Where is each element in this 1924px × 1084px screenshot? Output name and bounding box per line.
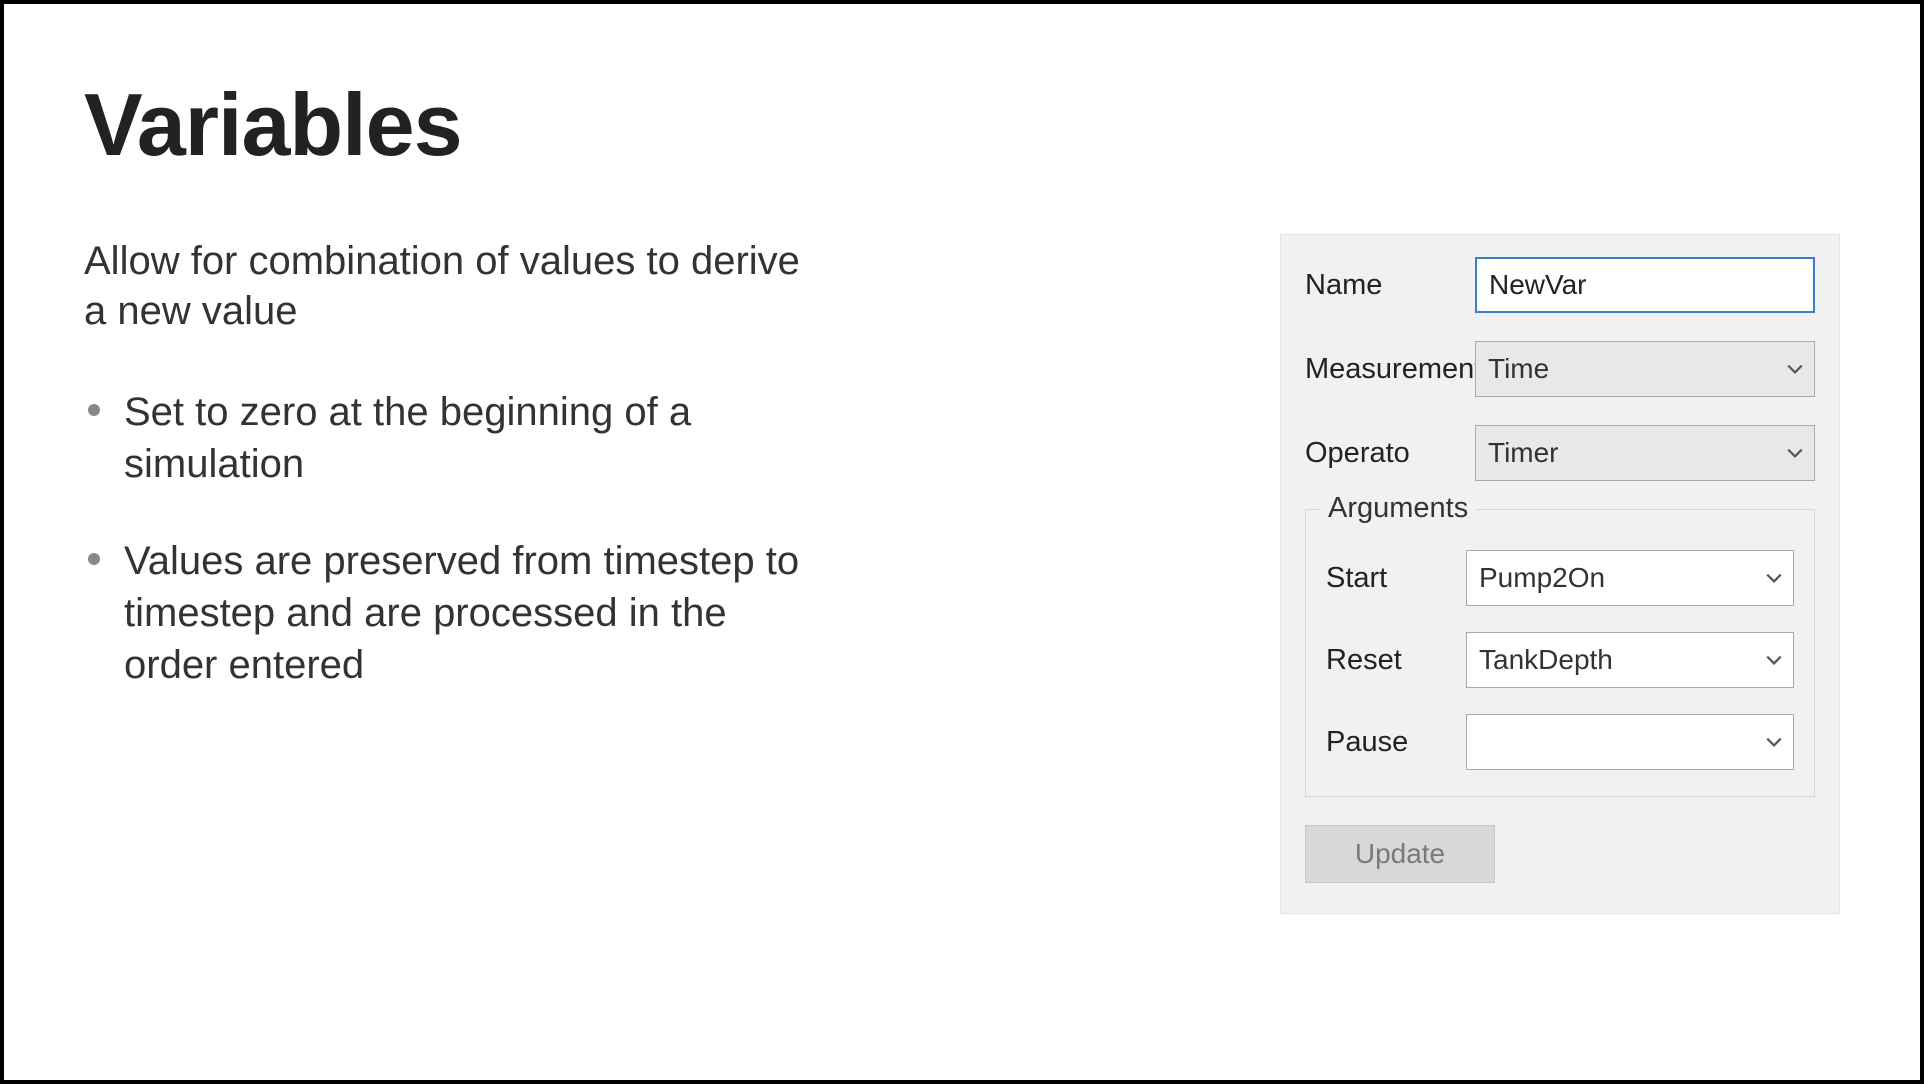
measurement-label: Measurement [1305, 353, 1475, 386]
chevron-down-icon [1765, 651, 1783, 669]
start-label: Start [1326, 562, 1466, 595]
operator-select[interactable]: Timer [1475, 425, 1815, 481]
bullet-item: Values are preserved from timestep to ti… [124, 535, 804, 691]
bullet-item: Set to zero at the beginning of a simula… [124, 386, 804, 490]
operator-label: Operato [1305, 437, 1475, 470]
pause-label: Pause [1326, 726, 1466, 759]
start-row: Start Pump2On [1326, 550, 1794, 606]
pause-select[interactable] [1466, 714, 1794, 770]
measurement-value: Time [1488, 353, 1549, 385]
chevron-down-icon [1765, 569, 1783, 587]
reset-label: Reset [1326, 644, 1466, 677]
bullet-list: Set to zero at the beginning of a simula… [84, 386, 1010, 691]
measurement-row: Measurement Time [1305, 341, 1815, 397]
update-button-label: Update [1355, 838, 1445, 870]
chevron-down-icon [1786, 360, 1804, 378]
slide-frame: Variables Allow for combination of value… [0, 0, 1924, 1084]
intro-text: Allow for combination of values to deriv… [84, 236, 804, 336]
right-column: Name Measurement Time [1050, 74, 1840, 1020]
reset-select[interactable]: TankDepth [1466, 632, 1794, 688]
operator-row: Operato Timer [1305, 425, 1815, 481]
name-label: Name [1305, 269, 1475, 302]
update-button[interactable]: Update [1305, 825, 1495, 883]
name-input[interactable] [1475, 257, 1815, 313]
measurement-select[interactable]: Time [1475, 341, 1815, 397]
operator-value: Timer [1488, 437, 1559, 469]
left-column: Variables Allow for combination of value… [84, 74, 1050, 1020]
start-select[interactable]: Pump2On [1466, 550, 1794, 606]
pause-row: Pause [1326, 714, 1794, 770]
reset-row: Reset TankDepth [1326, 632, 1794, 688]
name-row: Name [1305, 257, 1815, 313]
variable-form-panel: Name Measurement Time [1280, 234, 1840, 914]
start-value: Pump2On [1479, 562, 1605, 594]
arguments-group: Arguments Start Pump2On [1305, 509, 1815, 797]
arguments-legend: Arguments [1320, 492, 1476, 525]
reset-value: TankDepth [1479, 644, 1613, 676]
chevron-down-icon [1786, 444, 1804, 462]
page-title: Variables [84, 74, 1010, 176]
chevron-down-icon [1765, 733, 1783, 751]
